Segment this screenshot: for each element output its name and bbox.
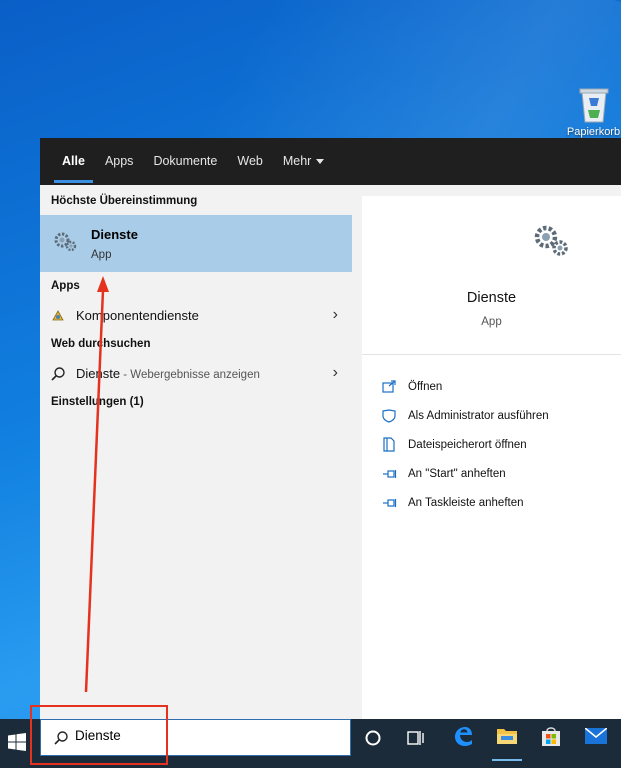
search-icon [50, 366, 66, 385]
tab-web[interactable]: Web [227, 138, 272, 185]
web-search-suffix: - Webergebnisse anzeigen [120, 369, 260, 381]
preview-actions: Öffnen Als Administrator ausführen Datei… [382, 372, 549, 517]
tab-label: Mehr [282, 154, 312, 168]
action-run-as-admin[interactable]: Als Administrator ausführen [382, 401, 549, 430]
tab-label: Apps [104, 154, 134, 168]
shield-icon [382, 408, 408, 423]
windows-start-icon[interactable] [8, 733, 26, 756]
settings-heading[interactable]: Einstellungen (1) [40, 388, 352, 416]
search-tabs: Alle Apps Dokumente Web Mehr [40, 138, 621, 185]
recycle-bin[interactable]: Papierkorb [566, 84, 621, 138]
best-match-heading: Höchste Übereinstimmung [51, 195, 198, 207]
web-search-query: Dienste [76, 366, 121, 381]
chevron-right-icon[interactable]: › [333, 306, 338, 324]
action-pin-taskbar[interactable]: An Taskleiste anheften [382, 488, 549, 517]
results-list: Höchste Übereinstimmung Dienste App Apps [40, 185, 352, 719]
action-open-file-location[interactable]: Dateispeicherort öffnen [382, 430, 549, 459]
action-label: Als Administrator ausführen [408, 409, 549, 422]
edge-icon[interactable] [452, 725, 474, 752]
caret-down-icon [316, 159, 325, 165]
mail-icon[interactable] [584, 727, 608, 749]
file-explorer-icon[interactable] [492, 726, 522, 761]
best-match-item[interactable]: Dienste App [40, 215, 352, 272]
start-search-panel: Alle Apps Dokumente Web Mehr Höchste Übe… [40, 138, 621, 719]
action-label: An "Start" anheften [408, 467, 506, 480]
divider [362, 354, 621, 355]
list-item-komponentendienste[interactable]: Komponentendienste › [40, 300, 352, 330]
list-item-label: Komponentendienste [76, 308, 199, 323]
file-location-icon [382, 437, 408, 452]
action-pin-start[interactable]: An "Start" anheften [382, 459, 549, 488]
apps-heading: Apps [51, 280, 80, 292]
recycle-bin-label: Papierkorb [566, 126, 621, 138]
tab-alle[interactable]: Alle [52, 138, 95, 185]
tab-mehr[interactable]: Mehr [273, 138, 334, 185]
tab-label: Web [237, 154, 263, 168]
web-heading: Web durchsuchen [51, 338, 151, 350]
action-open[interactable]: Öffnen [382, 372, 549, 401]
cortana-icon[interactable] [364, 729, 382, 752]
task-view-icon[interactable] [407, 729, 425, 752]
web-search-item[interactable]: Dienste - Webergebnisse anzeigen › [40, 358, 352, 388]
gears-icon [532, 222, 570, 263]
web-search-text: Dienste - Webergebnisse anzeigen [76, 366, 260, 381]
chevron-right-icon[interactable]: › [333, 364, 338, 382]
preview-title: Dienste [466, 290, 517, 306]
tab-label: Dokumente [153, 154, 218, 168]
annotation-highlight-box [30, 705, 168, 765]
tab-dokumente[interactable]: Dokumente [143, 138, 227, 185]
component-services-icon [50, 308, 66, 327]
recycle-bin-icon [579, 88, 608, 123]
pin-icon [382, 498, 408, 508]
action-label: Öffnen [408, 380, 443, 393]
best-match-subtitle: App [91, 249, 112, 261]
tab-apps[interactable]: Apps [95, 138, 144, 185]
tab-label: Alle [62, 154, 85, 168]
pin-icon [382, 469, 408, 479]
store-icon[interactable] [541, 725, 561, 752]
preview-subtitle: App [481, 316, 502, 328]
action-label: An Taskleiste anheften [408, 496, 524, 509]
best-match-title: Dienste [91, 227, 138, 242]
gears-icon [53, 230, 77, 257]
preview-pane: Dienste App Öffnen Als Administrator aus… [362, 196, 621, 719]
action-label: Dateispeicherort öffnen [408, 438, 527, 451]
open-icon [382, 380, 408, 393]
